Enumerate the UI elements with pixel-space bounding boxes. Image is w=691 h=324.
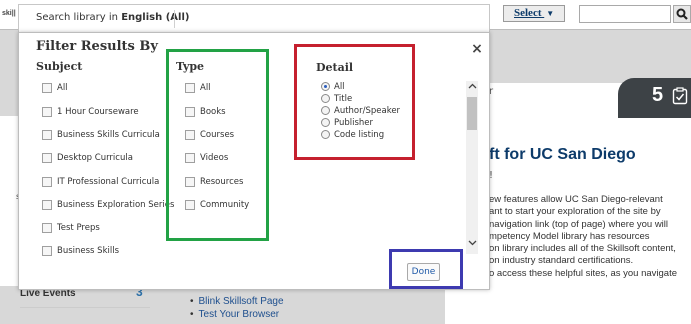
subject-checkbox-business-skills[interactable]: Business Skills [42, 245, 119, 257]
paragraph-line: mpetency Model library has resources [489, 230, 650, 242]
checkbox-label: Desktop Curricula [57, 153, 133, 163]
modal-title: Filter Results By [36, 39, 158, 54]
list-item[interactable]: • Blink Skillsoft Page [190, 296, 284, 307]
background-left-panel [0, 116, 20, 286]
checkbox[interactable] [42, 129, 52, 140]
checkbox[interactable] [42, 222, 52, 233]
scrollbar-thumb[interactable] [467, 97, 477, 130]
search-divider [174, 10, 175, 28]
subject-checkbox-test-preps[interactable]: Test Preps [42, 222, 100, 234]
scroll-up-icon[interactable] [466, 81, 478, 93]
search-language: English (All) [121, 12, 190, 23]
close-icon[interactable]: × [470, 42, 484, 56]
paragraph-line: on library includes all of the Skillsoft… [489, 243, 676, 255]
notification-tile[interactable]: 5 [618, 78, 691, 118]
select-dropdown-button[interactable]: Select ▼ [503, 5, 565, 22]
paragraph-line: navigation link (top of page) where you … [489, 218, 669, 230]
background-headline: ft for UC San Diego [489, 146, 636, 163]
subject-checkbox-1-hour-courseware[interactable]: 1 Hour Courseware [42, 106, 139, 118]
filter-results-modal: Filter Results By × Subject All 1 Hour C… [18, 32, 490, 290]
bullet-icon: • [190, 296, 194, 307]
link-test-browser[interactable]: Test Your Browser [199, 309, 280, 320]
background-search-button[interactable] [673, 5, 691, 23]
background-logo: ski|| [2, 10, 16, 17]
paragraph-line: ew features allow UC San Diego-relevant [489, 194, 663, 205]
notification-count: 5 [652, 84, 664, 106]
select-label: Select [514, 7, 542, 19]
checkbox-label: Business Skills Curricula [57, 130, 160, 140]
subject-checkbox-it-professional-curricula[interactable]: IT Professional Curricula [42, 176, 159, 188]
subject-checkbox-business-exploration-series[interactable]: Business Exploration Series [42, 199, 174, 211]
paragraph-line: ant to start your exploration of the sit… [489, 206, 661, 218]
checkbox[interactable] [42, 106, 52, 117]
background-search-input[interactable] [579, 5, 671, 23]
clipboard-check-icon [672, 87, 688, 105]
done-button[interactable]: Done [407, 263, 440, 281]
search-prefix: Search library in [36, 12, 122, 23]
background-paragraph: ew features allow UC San Diego-relevant … [489, 194, 689, 268]
background-link-list: • Blink Skillsoft Page • Test Your Browser [190, 296, 284, 322]
checkbox-label: Test Preps [57, 223, 100, 233]
library-search-bar[interactable]: Search library in English (All) [18, 4, 490, 32]
subject-checkbox-business-skills-curricula[interactable]: Business Skills Curricula [42, 129, 160, 141]
background-paragraph-2: o access these helpful sites, as you nav… [489, 268, 678, 279]
checkbox-label: Business Exploration Series [57, 200, 175, 210]
checkbox[interactable] [42, 82, 52, 93]
background-divider [20, 307, 150, 308]
scroll-down-icon[interactable] [466, 238, 478, 250]
checkbox[interactable] [42, 245, 52, 256]
type-highlight-box [166, 49, 269, 241]
list-item[interactable]: • Test Your Browser [190, 309, 284, 320]
bullet-icon: • [190, 309, 194, 320]
subject-heading: Subject [36, 60, 83, 73]
checkbox-label: All [57, 83, 68, 93]
magnifier-icon [676, 8, 688, 20]
checkbox[interactable] [42, 176, 52, 187]
checkbox[interactable] [42, 199, 52, 210]
checkbox-label: 1 Hour Courseware [57, 107, 139, 117]
detail-highlight-box [294, 44, 415, 160]
subject-checkbox-all[interactable]: All [42, 82, 68, 94]
paragraph-line: on industry standard certifications. [489, 255, 634, 267]
search-library-label[interactable]: Search library in English (All) [36, 12, 189, 23]
chevron-down-icon: ▼ [546, 9, 555, 18]
chevron-down-icon [468, 240, 476, 246]
link-blink-skillsoft[interactable]: Blink Skillsoft Page [199, 296, 284, 307]
checkbox-label: IT Professional Curricula [57, 177, 160, 187]
chevron-up-icon [468, 83, 476, 89]
checkbox[interactable] [42, 152, 52, 163]
subject-checkbox-desktop-curricula[interactable]: Desktop Curricula [42, 152, 133, 164]
checkbox-label: Business Skills [57, 246, 120, 256]
